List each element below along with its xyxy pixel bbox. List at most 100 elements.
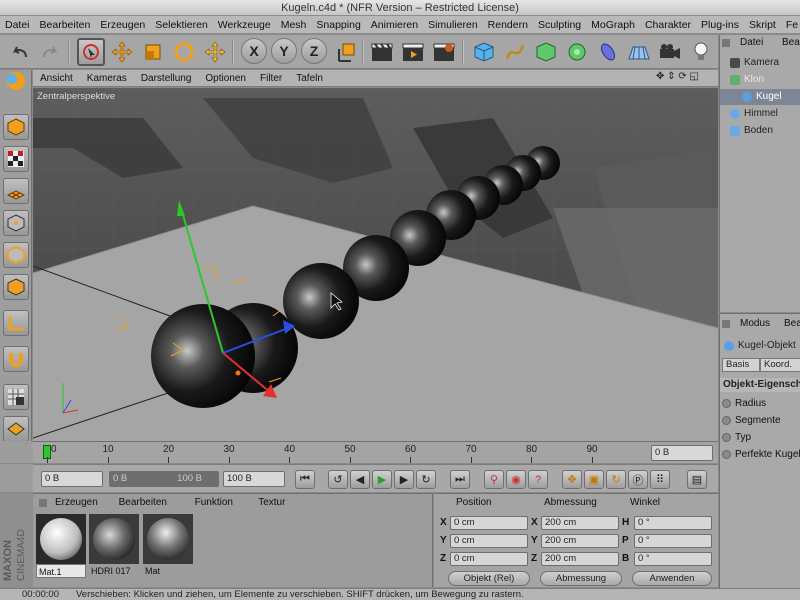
position-x-field[interactable]: 0 cm bbox=[450, 516, 528, 530]
position-y-field[interactable]: 0 cm bbox=[450, 534, 528, 548]
array-button[interactable] bbox=[563, 38, 591, 66]
viewport-menu-item[interactable]: Tafeln bbox=[289, 73, 330, 84]
viewport-menu-item[interactable]: Optionen bbox=[198, 73, 253, 84]
autokey-button[interactable]: ◉ bbox=[506, 470, 526, 489]
render-view-button[interactable] bbox=[368, 38, 396, 66]
rotation-h-field[interactable]: 0 ° bbox=[634, 516, 712, 530]
preview-range-slider[interactable]: 0 B 100 B bbox=[109, 471, 219, 487]
record-position-button[interactable]: ⚲ bbox=[484, 470, 504, 489]
previous-key-button[interactable]: ↺ bbox=[328, 470, 348, 489]
viewport-nav-icons[interactable]: ✥ ⇕ ⟳ ◱ bbox=[656, 71, 699, 82]
menu-item[interactable]: MoGraph bbox=[586, 16, 640, 34]
timeline-ruler[interactable]: 0 10 20 30 40 50 60 70 80 90 0 B bbox=[33, 441, 718, 463]
key-scale-button[interactable]: ▣ bbox=[584, 470, 604, 489]
menu-item[interactable]: Simulieren bbox=[423, 16, 483, 34]
rotate-button[interactable] bbox=[170, 38, 198, 66]
viewport-menu-item[interactable]: Darstellung bbox=[134, 73, 199, 84]
key-pla-button[interactable]: ⠿ bbox=[650, 470, 670, 489]
z-axis-lock-button[interactable]: Z bbox=[301, 38, 327, 64]
rotation-b-field[interactable]: 0 ° bbox=[634, 552, 712, 566]
object-row[interactable]: Himmel bbox=[720, 106, 800, 122]
viewport-3d[interactable]: Zentralperspektive bbox=[33, 88, 718, 441]
play-button[interactable]: ▶ bbox=[372, 470, 392, 489]
timeline-window-button[interactable]: ▤ bbox=[687, 470, 707, 489]
attribute-menu-edit[interactable]: Bearb bbox=[784, 318, 800, 329]
material-menu-item[interactable]: Bearbeiten bbox=[119, 497, 167, 508]
keyframe-selection-button[interactable]: ? bbox=[528, 470, 548, 489]
maximize-view-icon[interactable]: ◱ bbox=[690, 71, 699, 82]
timeline-frame-field[interactable]: 0 B bbox=[651, 445, 713, 461]
menu-item[interactable]: Mesh bbox=[276, 16, 312, 34]
menu-item[interactable]: Plug-ins bbox=[696, 16, 744, 34]
object-row[interactable]: Kugel bbox=[720, 89, 800, 105]
light-button[interactable] bbox=[687, 38, 715, 66]
render-settings-button[interactable] bbox=[430, 38, 458, 66]
size-x-field[interactable]: 200 cm bbox=[541, 516, 619, 530]
object-row[interactable]: Klon bbox=[720, 72, 800, 88]
material-swatch[interactable]: Mat bbox=[143, 514, 193, 578]
snap-button[interactable] bbox=[3, 346, 29, 372]
animation-dot-icon[interactable] bbox=[722, 399, 731, 408]
object-menu-file[interactable]: Datei bbox=[740, 37, 763, 48]
menu-item[interactable]: Sculpting bbox=[533, 16, 586, 34]
attr-perfect-sphere-row[interactable]: Perfekte Kugel bbox=[722, 449, 800, 460]
rotation-p-field[interactable]: 0 ° bbox=[634, 534, 712, 548]
camera-button[interactable] bbox=[656, 38, 684, 66]
polygon-mode-button[interactable] bbox=[3, 274, 29, 300]
workplane-button[interactable] bbox=[3, 416, 29, 442]
menu-item[interactable]: Skript bbox=[744, 16, 781, 34]
attr-radius-row[interactable]: Radius bbox=[722, 398, 766, 409]
scale-button[interactable] bbox=[139, 38, 167, 66]
edge-mode-button[interactable] bbox=[3, 242, 29, 268]
deformer-button[interactable] bbox=[594, 38, 622, 66]
material-menu-item[interactable]: Textur bbox=[258, 497, 285, 508]
zoom-view-icon[interactable]: ⇕ bbox=[667, 71, 675, 82]
tool-preset-button[interactable] bbox=[3, 68, 29, 94]
position-z-field[interactable]: 0 cm bbox=[450, 552, 528, 566]
move-view-icon[interactable]: ✥ bbox=[656, 71, 664, 82]
attr-type-row[interactable]: Typ bbox=[722, 432, 751, 443]
end-frame-field[interactable]: 100 B bbox=[223, 471, 285, 487]
menu-item[interactable]: Datei bbox=[0, 16, 35, 34]
apply-button[interactable]: Anwenden bbox=[632, 571, 712, 586]
axis-mode-button[interactable] bbox=[3, 310, 29, 336]
model-mode-button[interactable] bbox=[3, 114, 29, 140]
spline-button[interactable] bbox=[501, 38, 529, 66]
viewport-menu-item[interactable]: Filter bbox=[253, 73, 289, 84]
previous-frame-button[interactable]: ◀ bbox=[350, 470, 370, 489]
live-select-button[interactable] bbox=[77, 38, 105, 66]
object-menu-edit[interactable]: Bearb bbox=[782, 37, 800, 48]
coordinate-system-button[interactable] bbox=[332, 38, 360, 66]
transform-button[interactable] bbox=[201, 38, 229, 66]
material-swatch[interactable]: HDRI 017 bbox=[89, 514, 139, 578]
menu-item[interactable]: Snapping bbox=[311, 16, 365, 34]
next-key-button[interactable]: ↻ bbox=[416, 470, 436, 489]
animation-dot-icon[interactable] bbox=[722, 433, 731, 442]
workplane-mode-button[interactable] bbox=[3, 178, 29, 204]
animation-dot-icon[interactable] bbox=[722, 450, 731, 459]
y-axis-lock-button[interactable]: Y bbox=[271, 38, 297, 64]
goto-end-button[interactable]: ⏭ bbox=[450, 470, 470, 489]
key-position-button[interactable]: ✥ bbox=[562, 470, 582, 489]
size-mode-dropdown[interactable]: Abmessung bbox=[540, 571, 622, 586]
attr-segments-row[interactable]: Segmente bbox=[722, 415, 781, 426]
object-row[interactable]: Kamera bbox=[720, 55, 800, 71]
coordinate-mode-dropdown[interactable]: Objekt (Rel) bbox=[448, 571, 530, 586]
menu-item[interactable]: Animieren bbox=[366, 16, 423, 34]
material-menu-item[interactable]: Funktion bbox=[195, 497, 233, 508]
point-mode-button[interactable] bbox=[3, 210, 29, 236]
key-rotation-button[interactable]: ↻ bbox=[606, 470, 626, 489]
rotate-view-icon[interactable]: ⟳ bbox=[678, 71, 686, 82]
goto-start-button[interactable]: ⏮ bbox=[295, 470, 315, 489]
move-button[interactable] bbox=[108, 38, 136, 66]
next-frame-button[interactable]: ▶ bbox=[394, 470, 414, 489]
animation-dot-icon[interactable] bbox=[722, 416, 731, 425]
menu-item[interactable]: Bearbeiten bbox=[35, 16, 96, 34]
size-z-field[interactable]: 200 cm bbox=[541, 552, 619, 566]
menu-item[interactable]: Erzeugen bbox=[95, 16, 150, 34]
undo-button[interactable] bbox=[6, 38, 34, 66]
tab-coordinates[interactable]: Koord. bbox=[760, 358, 800, 372]
scene-button[interactable] bbox=[625, 38, 653, 66]
object-row[interactable]: Boden bbox=[720, 123, 800, 139]
viewport-menu-item[interactable]: Ansicht bbox=[33, 73, 80, 84]
